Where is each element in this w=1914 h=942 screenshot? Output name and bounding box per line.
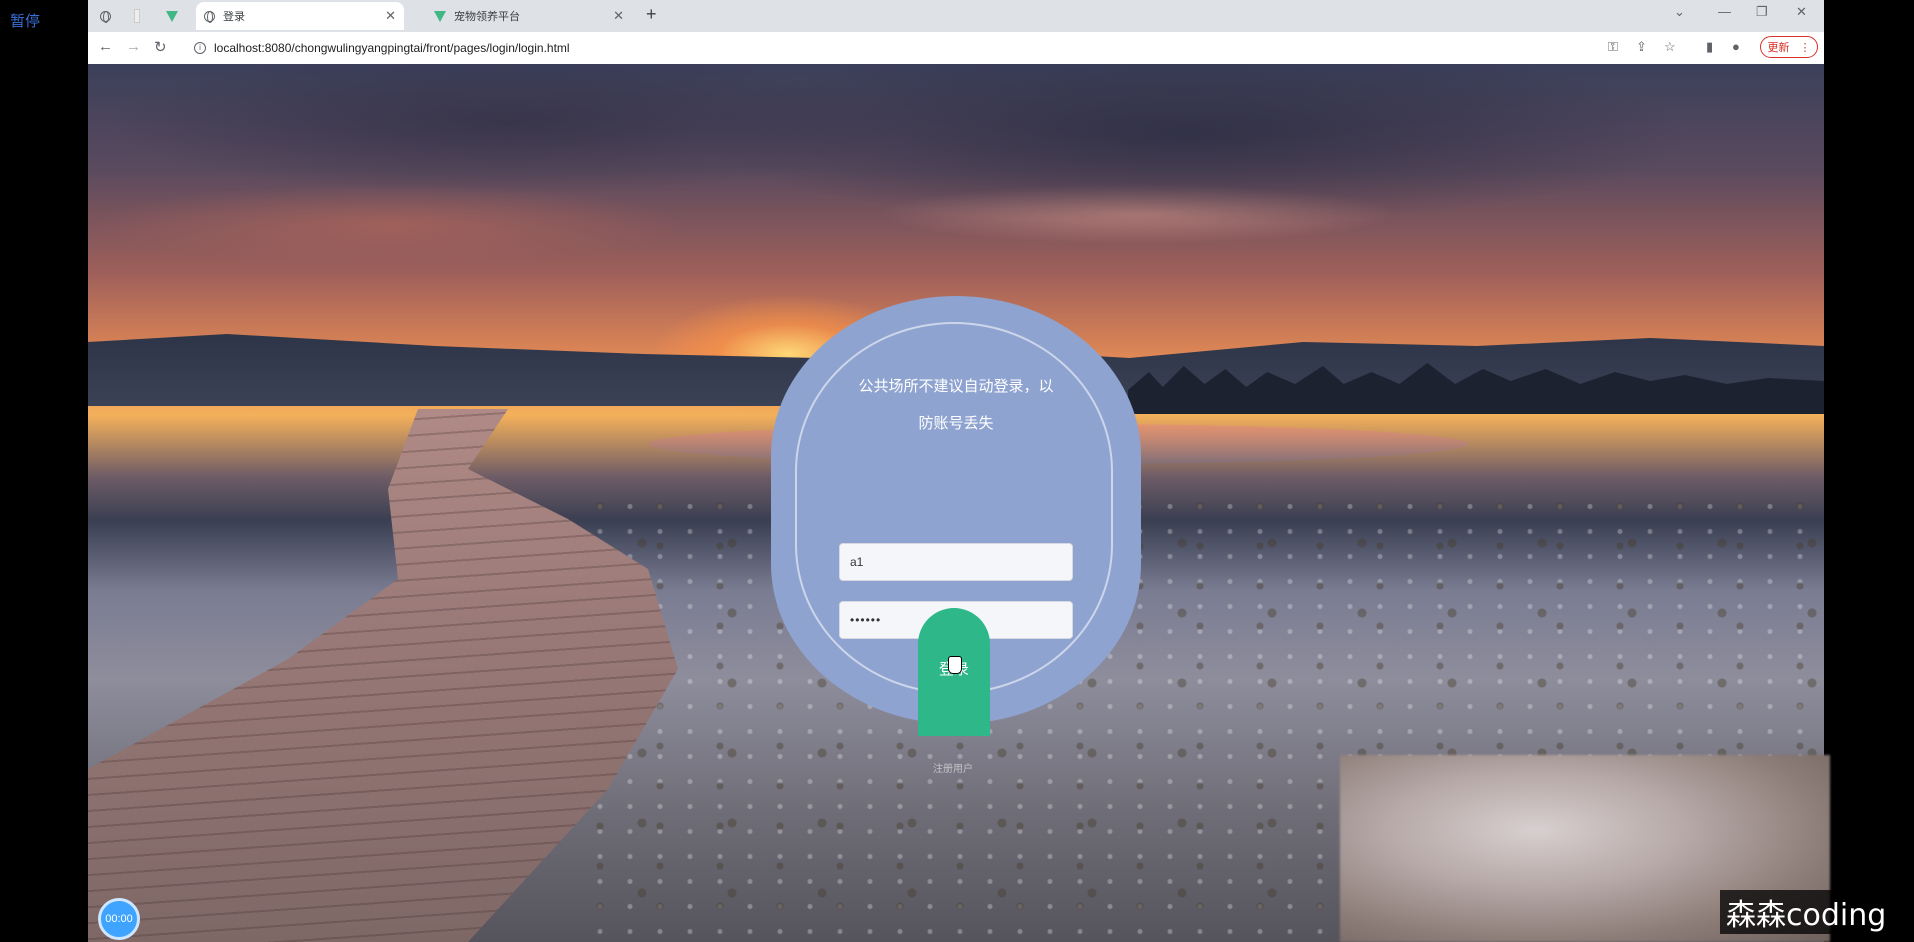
username-input[interactable]: a1 xyxy=(839,543,1073,581)
forward-button[interactable]: → xyxy=(126,38,141,55)
blank-page-icon xyxy=(134,9,140,23)
update-button[interactable]: 更新 ⋮ xyxy=(1760,36,1818,58)
tab-pinned-1[interactable] xyxy=(92,2,122,30)
mouse-cursor xyxy=(948,656,962,674)
recording-timer[interactable]: 00:00 xyxy=(98,898,140,940)
close-window-button[interactable]: ✕ xyxy=(1796,4,1807,20)
url-text: localhost:8080/chongwulingyangpingtai/fr… xyxy=(214,41,570,55)
close-tab-icon[interactable]: ✕ xyxy=(385,8,396,24)
vue-icon xyxy=(166,10,178,22)
close-tab-icon[interactable]: ✕ xyxy=(613,8,624,24)
tab-search-icon[interactable]: ⌄ xyxy=(1674,4,1685,20)
tab-label: 宠物领养平台 xyxy=(454,11,520,23)
new-tab-button[interactable]: + xyxy=(646,4,657,25)
share-icon[interactable]: ⇪ xyxy=(1636,39,1647,55)
globe-icon xyxy=(204,10,215,23)
address-bar[interactable]: i localhost:8080/chongwulingyangpingtai/… xyxy=(194,37,1694,59)
more-menu-icon: ⋮ xyxy=(1799,41,1811,54)
browser-toolbar: ← → ↻ i localhost:8080/chongwulingyangpi… xyxy=(88,32,1824,65)
minimize-button[interactable]: — xyxy=(1718,4,1731,19)
tab-label: 登录 xyxy=(223,11,245,23)
restore-button[interactable]: ❐ xyxy=(1756,4,1768,20)
bookmark-star-icon[interactable]: ☆ xyxy=(1664,39,1676,55)
tab-login[interactable]: 登录 ✕ xyxy=(196,2,404,30)
update-label: 更新 xyxy=(1767,42,1790,54)
tab-pet-platform[interactable]: 宠物领养平台 ✕ xyxy=(426,2,632,30)
site-info-icon[interactable]: i xyxy=(194,42,206,54)
register-link[interactable]: 注册用户 xyxy=(933,760,973,775)
vue-icon xyxy=(434,10,446,22)
tab-pinned-3[interactable] xyxy=(158,2,188,30)
login-tip: 公共场所不建议自动登录，以防账号丢失 xyxy=(858,377,1054,432)
pause-label[interactable]: 暂停 xyxy=(10,10,40,31)
tab-strip: 登录 ✕ 宠物领养平台 ✕ + ⌄ — ❐ ✕ xyxy=(88,0,1824,32)
tab-pinned-2[interactable] xyxy=(126,2,156,30)
globe-icon xyxy=(100,10,111,23)
background-clouds xyxy=(88,64,1824,324)
profile-icon[interactable]: ● xyxy=(1732,39,1740,54)
side-panel-icon[interactable]: ▮ xyxy=(1706,39,1713,55)
reload-button[interactable]: ↻ xyxy=(154,38,167,56)
key-icon[interactable]: ⚿ xyxy=(1608,39,1618,55)
watermark: 森森coding xyxy=(1720,890,1893,934)
back-button[interactable]: ← xyxy=(98,38,113,55)
